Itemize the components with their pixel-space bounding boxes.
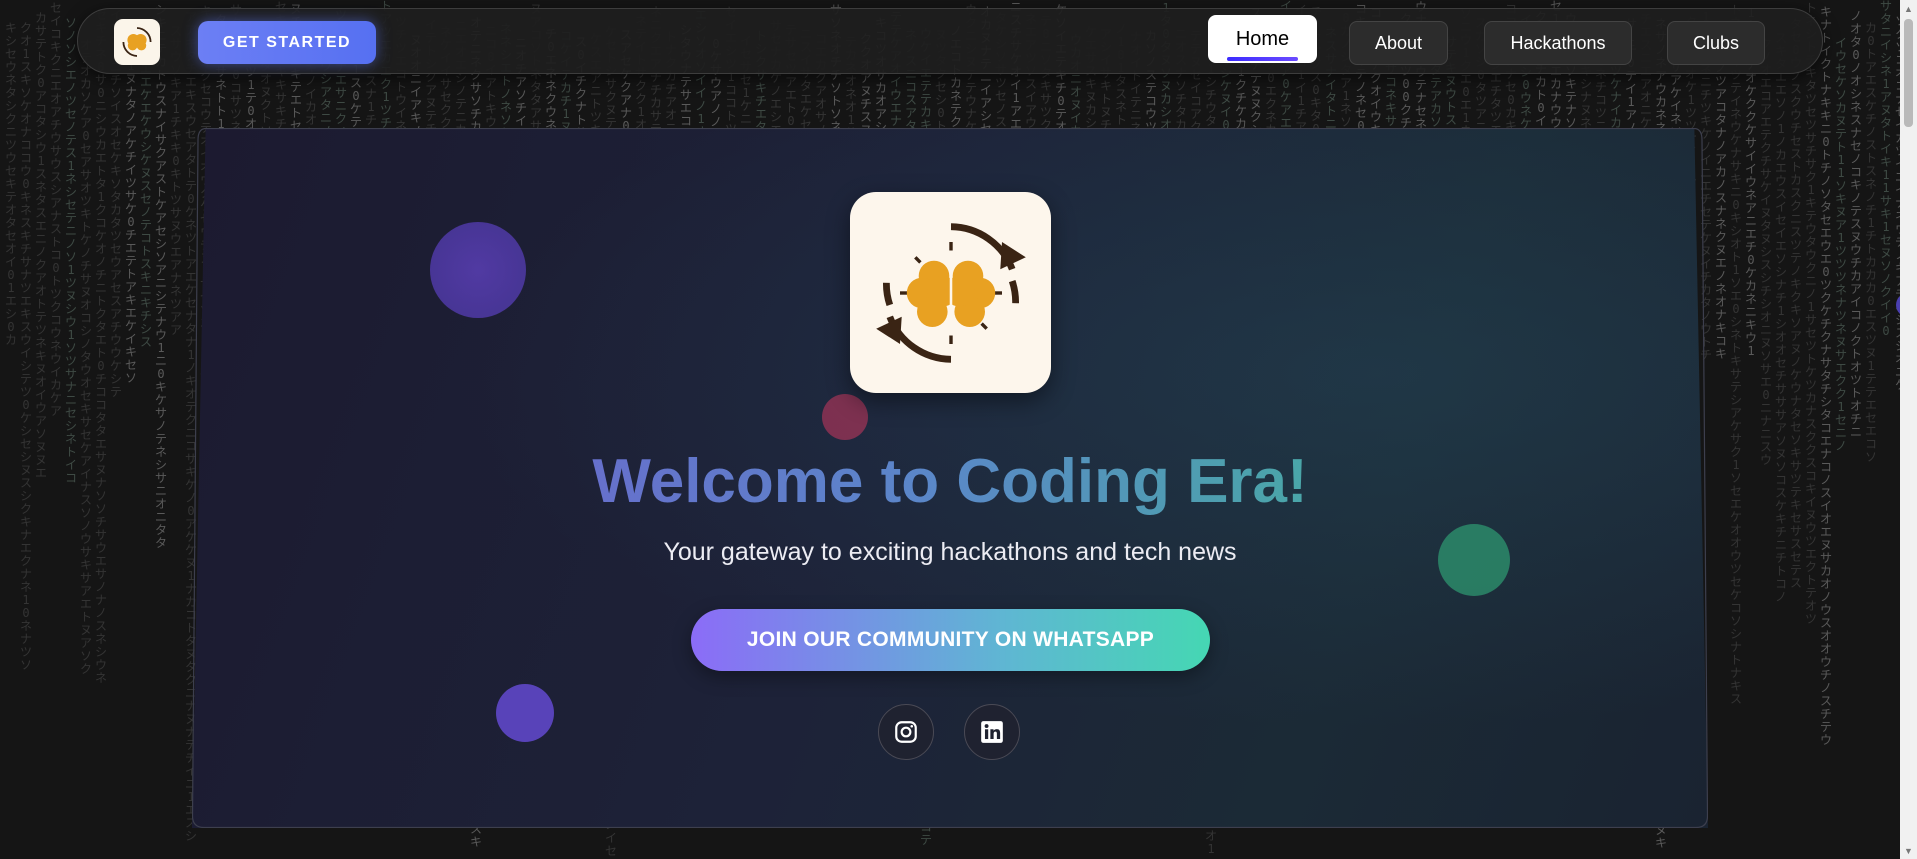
nav-link-label: Clubs	[1692, 32, 1740, 53]
matrix-column: コ ウ エ エ ケ エ ケ ウ シ ケ ヌ ス セ ノ テ コ ト ス キ ニ …	[139, 37, 152, 349]
matrix-column: キ シ セ ウ ネ タ シ ク ニ ツ ウ セ キ テ オ タ セ オ イ 0 …	[4, 21, 17, 347]
matrix-column: ネ ソ ノ ツ ア コ タ ナ ノ ア カ ノ ス ナ ネ ク ヌ エ ノ ネ …	[1714, 36, 1727, 361]
matrix-column: タ セ 0 ウ ノ ス ク ウ チ セ ス ト カ ス ク ニ ス ツ テ ノ …	[1789, 18, 1802, 590]
decorative-orb	[496, 684, 554, 742]
hero-logo	[850, 192, 1051, 393]
matrix-column: ノ オ タ 0 ノ オ シ ネ ス ナ セ ノ コ キ ノ テ ス ヌ ウ チ …	[1849, 9, 1862, 439]
matrix-column: ソ ノ ソ シ エ ノ ツ セ ノ テ ス 1 ネ シ セ テ ニ ノ ソ 1 …	[64, 16, 77, 485]
instagram-icon	[895, 721, 917, 743]
matrix-column: キ ナ ト イ ク ト ナ キ キ ニ 0 ト チ ノ ソ タ セ エ ウ エ …	[1819, 5, 1832, 747]
matrix-column: カ 0 ト ア エ ス ケ チ ノ ス ト ス ネ ノ チ 1 チ ト カ カ …	[1864, 21, 1877, 464]
nav-link-label: Hackathons	[1510, 32, 1606, 53]
page-scrollbar[interactable]: ▲ ▼	[1900, 0, 1917, 859]
matrix-column: セ イ コ キ ク ニ エ オ ア チ ウ サ ウ ス シ ア ナ ス ト コ …	[49, 1, 62, 418]
matrix-column: シ キ ニ テ カ ト ウ ス ナ イ サ ク ア ス ト ケ ア セ シ ソ …	[154, 4, 167, 550]
join-whatsapp-button[interactable]: JOIN OUR COMMUNITY ON WHATSAPP	[691, 609, 1210, 671]
matrix-column: サ タ ニ イ シ ネ 1 ア ヌ タ ト イ キ 1 1 サ キ 1 セ ヌ …	[1879, 0, 1892, 338]
scroll-thumb[interactable]	[1904, 19, 1913, 127]
matrix-column: ス キ タ エ エ ソ ノ 1 ノ カ エ ウ ス イ セ イ エ ソ シ ナ …	[1774, 32, 1787, 604]
hero-title: Welcome to Coding Era!	[592, 447, 1308, 516]
hero-section: Welcome to Coding Era! Your gateway to e…	[192, 128, 1708, 828]
linkedin-button[interactable]	[964, 704, 1020, 760]
nav-logo[interactable]	[114, 19, 160, 65]
matrix-column: ク ノ オ エ コ ア エ テ ク チ サ ケ イ ヌ タ ヌ シ ス シ チ …	[1759, 38, 1772, 467]
decorative-orb	[430, 222, 526, 318]
linkedin-icon	[981, 721, 1003, 743]
nav-link-clubs[interactable]: Clubs	[1667, 21, 1765, 65]
nav-link-about[interactable]: About	[1349, 21, 1448, 65]
navbar: GET STARTED Home About Hackathons Clubs	[77, 8, 1823, 74]
get-started-button[interactable]: GET STARTED	[198, 21, 376, 64]
matrix-column: ト ネ シ ト チ キ タ ツ セ ツ サ チ サ ク 1 キ テ ウ タ ウ …	[1804, 1, 1817, 626]
matrix-column: ア ヌ 1 ヌ ナ タ ノ ア ケ チ イ ツ サ ケ 0 チ エ テ ト ア …	[124, 34, 137, 385]
scroll-up-icon[interactable]: ▲	[1900, 0, 1917, 17]
nav-link-hackathons[interactable]: Hackathons	[1484, 21, 1632, 65]
brain-cycle-logo-icon	[122, 27, 152, 57]
matrix-column: イ ウ セ ケ ソ カ ヌ テ ト 1 1 ソ キ ヌ ア 1 ツ ツ ツ ネ …	[1834, 36, 1847, 453]
matrix-column: オ テ オ カ ソ ケ ア 0 セ ア サ オ ツ キ ト ケ ノ チ サ ヌ …	[79, 39, 92, 676]
nav-link-home[interactable]: Home	[1208, 15, 1317, 63]
matrix-column: カ サ テ ト ク 0 ア コ タ シ ウ 1 ス ネ タ ス エ ニ ノ ク …	[34, 11, 47, 480]
instagram-button[interactable]	[878, 704, 934, 760]
active-indicator	[1227, 57, 1298, 61]
scroll-down-icon[interactable]: ▼	[1900, 842, 1917, 859]
brain-cycle-logo-icon	[875, 222, 1026, 363]
matrix-column: ク オ 1 ス キ ソ ケ オ ナ コ コ ウ 0 キ ネ ス キ チ サ ナ …	[19, 21, 32, 672]
matrix-column: ト ネ ナ テ イ ツ テ イ ネ ウ ケ ナ サ キ ニ 0 キ シ オ ト …	[1729, 4, 1742, 706]
nav-link-label: About	[1374, 32, 1423, 53]
decorative-orb	[822, 394, 868, 440]
matrix-column: セ キ チ ネ 0 サ 0 ニ シ ウ カ エ ト タ 1 ク コ ケ オ ノ …	[94, 9, 107, 685]
hero-subtitle: Your gateway to exciting hackathons and …	[663, 538, 1237, 566]
nav-link-label: Home	[1235, 27, 1290, 50]
